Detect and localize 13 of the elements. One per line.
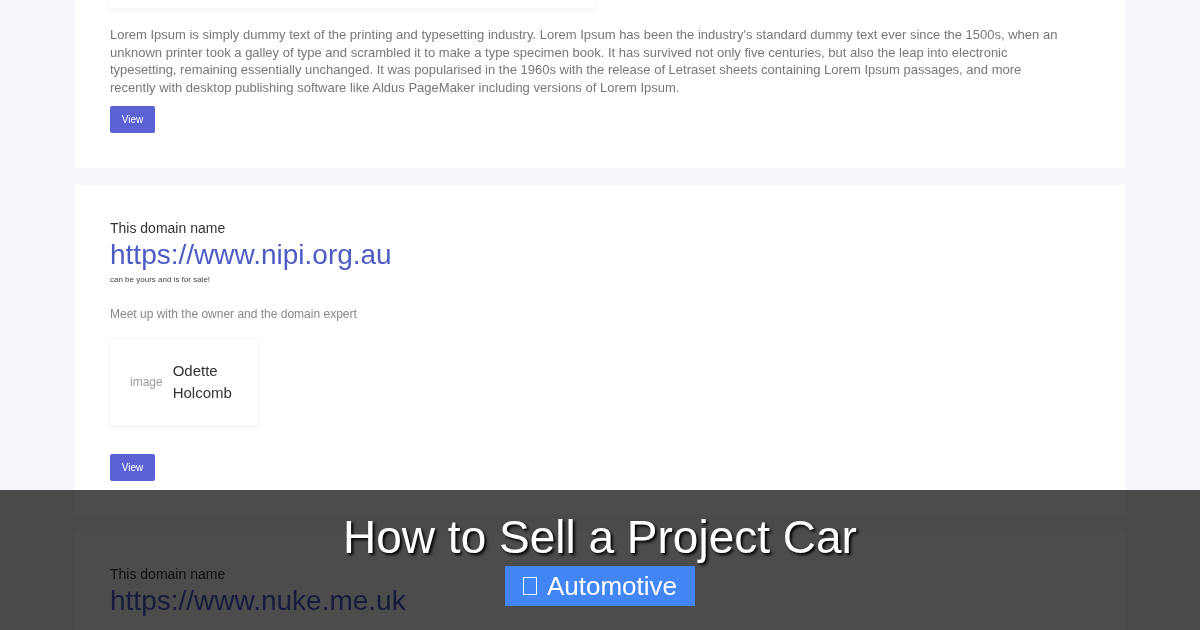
meet-text: Meet up with the owner and the domain expert [110,306,358,322]
description-text: Lorem Ipsum is simply dummy text of the printing and typesetting industry. Lorem Ipsum has been the industry's standard dummy text ever since the 1500s, when an unknown printer took a galley of type and scrambled it to make a type specimen book. It has survived not only five centuries, but also the leap into electronic typesetting, remaining essentially unchanged. It was popularised in the 1960s with the release of Letraset sheets containing Lorem Ipsum passages, and more recently with desktop publishing software like Aldus PageMaker including versions of Lorem Ipsum. [110,26,1059,96]
category-label: Automotive [546,570,678,603]
domain-intro: This domain name [110,219,226,237]
tagline: can be yours and is for sale! [110,274,212,286]
banner-title: How to Sell a Project Car [343,510,857,564]
domain-intro: This domain name [110,565,226,583]
category-badge[interactable]: Automotive [504,566,696,606]
view-button[interactable]: View [110,454,155,481]
image-alt-text: image [130,374,163,391]
domain-link[interactable]: https://www.nipi.org.au [110,237,392,273]
view-button[interactable]: View [110,106,155,133]
person-name: Odette Holcomb [172,361,233,403]
